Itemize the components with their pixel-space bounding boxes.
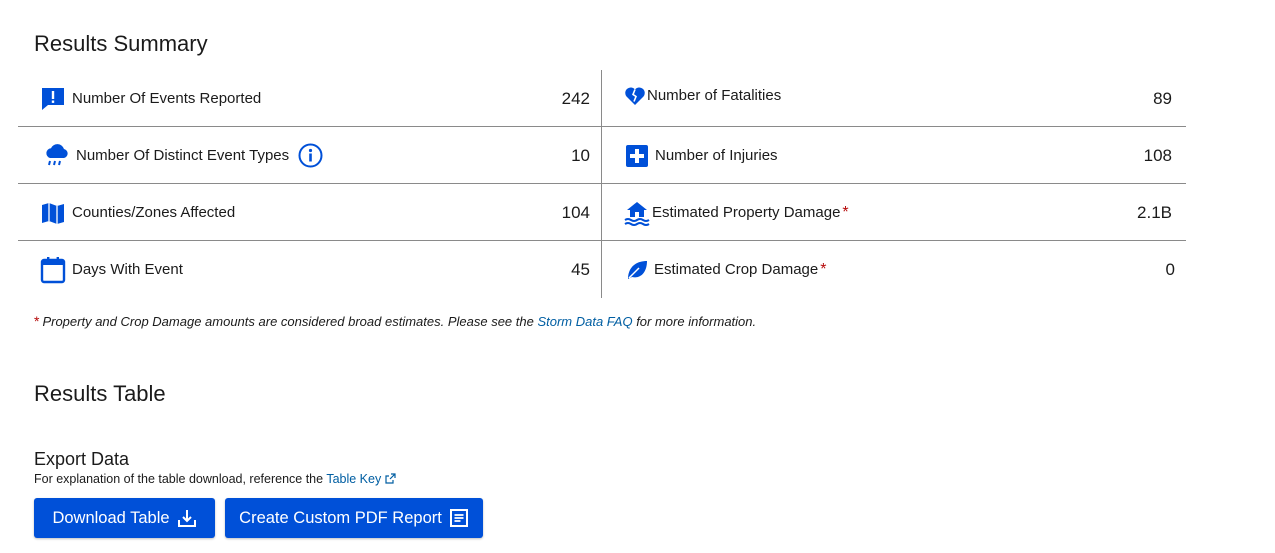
stat-label: Estimated Property Damage bbox=[652, 204, 841, 221]
download-table-label: Download Table bbox=[52, 508, 170, 527]
damage-estimate-note: * Property and Crop Damage amounts are co… bbox=[34, 313, 756, 329]
stat-counties-affected: Counties/Zones Affected 104 bbox=[40, 184, 600, 241]
stat-value: 89 bbox=[1153, 89, 1172, 108]
export-data-heading: Export Data bbox=[34, 449, 130, 469]
stat-label: Number Of Events Reported bbox=[72, 90, 262, 107]
alert-message-icon bbox=[40, 86, 66, 112]
document-icon bbox=[449, 509, 468, 527]
stat-label: Number Of Distinct Event Types bbox=[76, 147, 290, 164]
stat-value: 0 bbox=[1165, 259, 1175, 279]
external-link-icon bbox=[385, 473, 396, 484]
create-pdf-report-button[interactable]: Create Custom PDF Report bbox=[225, 498, 483, 538]
stat-fatalities: Number of Fatalities 89 bbox=[624, 67, 1186, 124]
map-icon bbox=[40, 200, 66, 226]
column-divider bbox=[601, 70, 602, 298]
storm-data-faq-link[interactable]: Storm Data FAQ bbox=[537, 314, 632, 329]
note-text: Property and Crop Damage amounts are con… bbox=[42, 314, 538, 329]
flooded-house-icon bbox=[624, 200, 650, 226]
export-description: For explanation of the table download, r… bbox=[34, 472, 396, 486]
stat-distinct-event-types: Number Of Distinct Event Types 10 bbox=[44, 127, 600, 184]
leaf-icon bbox=[626, 259, 648, 281]
stat-value: 45 bbox=[571, 259, 590, 279]
download-icon bbox=[177, 510, 196, 527]
stat-label: Number of Fatalities bbox=[647, 87, 782, 104]
stat-label: Estimated Crop Damage bbox=[654, 261, 819, 278]
stat-events-reported: Number Of Events Reported 242 bbox=[40, 70, 600, 127]
stat-value: 242 bbox=[561, 88, 590, 108]
table-key-link[interactable]: Table Key bbox=[326, 472, 396, 486]
estimate-asterisk: * bbox=[842, 203, 849, 221]
note-text: for more information. bbox=[632, 314, 757, 329]
results-table-heading: Results Table bbox=[34, 381, 166, 406]
broken-heart-icon bbox=[624, 85, 646, 107]
stat-label: Counties/Zones Affected bbox=[72, 204, 236, 221]
estimate-asterisk: * bbox=[34, 313, 40, 329]
estimate-asterisk: * bbox=[820, 260, 827, 278]
stat-value: 2.1B bbox=[1137, 202, 1172, 222]
stat-value: 108 bbox=[1143, 145, 1172, 165]
results-summary-heading: Results Summary bbox=[34, 31, 208, 56]
table-key-link-label: Table Key bbox=[326, 472, 382, 486]
rain-cloud-icon bbox=[44, 143, 70, 169]
info-icon[interactable] bbox=[298, 143, 323, 168]
download-table-button[interactable]: Download Table bbox=[34, 498, 215, 538]
stat-label: Days With Event bbox=[72, 261, 183, 278]
stat-label: Number of Injuries bbox=[655, 147, 778, 164]
calendar-icon bbox=[40, 256, 66, 284]
stat-crop-damage: Estimated Crop Damage * 0 bbox=[626, 241, 1186, 298]
export-description-text: For explanation of the table download, r… bbox=[34, 472, 327, 486]
stat-value: 10 bbox=[571, 145, 590, 165]
medical-cross-icon bbox=[625, 144, 649, 168]
stat-injuries: Number of Injuries 108 bbox=[625, 127, 1186, 184]
create-pdf-report-label: Create Custom PDF Report bbox=[239, 508, 442, 527]
stat-value: 104 bbox=[561, 202, 590, 222]
stat-days-with-event: Days With Event 45 bbox=[40, 241, 600, 298]
results-summary-grid: Number Of Events Reported 242 Number Of … bbox=[18, 70, 1186, 298]
stat-property-damage: Estimated Property Damage * 2.1B bbox=[624, 184, 1186, 241]
